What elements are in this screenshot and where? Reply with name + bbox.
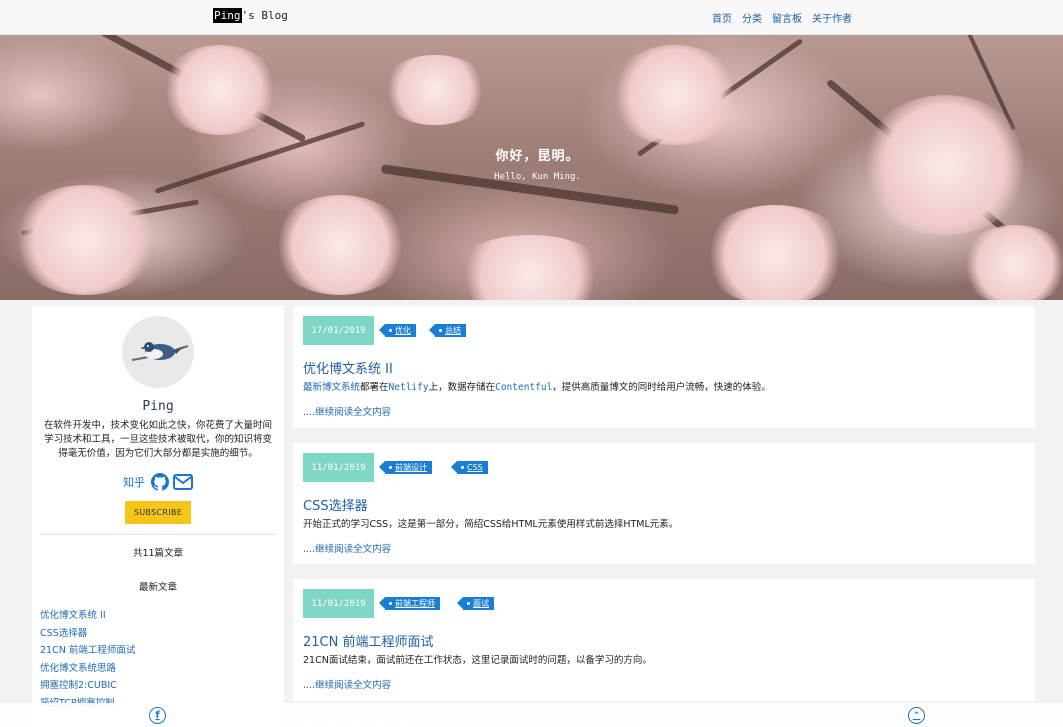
- post-card: 11/01/2019 前端工程师 面试 21CN 前端工程师面试 21CN面试结…: [293, 579, 1035, 701]
- zhihu-link[interactable]: 知乎: [123, 474, 145, 490]
- sidebar-divider: [40, 534, 276, 535]
- recent-posts-list: 优化博文系统 II CSS选择器 21CN 前端工程师面试 优化博文系统思路 拥…: [40, 603, 135, 709]
- post-tag[interactable]: 前端工程师: [379, 597, 440, 610]
- recent-post-link[interactable]: 优化博文系统思路: [40, 663, 116, 674]
- post-card: 17/01/2019 优化 总结 优化博文系统 II 最新博文系统都署在Netl…: [293, 306, 1035, 428]
- total-posts-count: 共11篇文章: [132, 548, 184, 559]
- hero-subtitle: Hello, Kun Ming.: [494, 172, 581, 182]
- post-tag-label: 前端工程师: [395, 599, 435, 608]
- list-item: 21CN 前端工程师面试: [40, 638, 135, 656]
- post-date: 17/01/2019: [303, 316, 374, 345]
- list-item: 优化博文系统 II: [40, 603, 135, 621]
- post-tag-label: 优化: [395, 326, 411, 335]
- list-item: 优化博文系统思路: [40, 656, 135, 674]
- excerpt-link[interactable]: 最新博文系统: [303, 382, 360, 393]
- recent-post-link[interactable]: CSS选择器: [40, 628, 87, 639]
- profile-sidebar: Ping 在软件开发中，技术变化如此之快，你花费了大量时间学习技术和工具，一旦这…: [32, 306, 284, 727]
- recent-post-link[interactable]: 拥塞控制2:CUBIC: [40, 680, 117, 691]
- top-navbar: Ping's Blog 首页 分类 留言板 关于作者: [0, 0, 1063, 35]
- nav-about-author[interactable]: 关于作者: [812, 10, 852, 25]
- github-icon[interactable]: [151, 473, 169, 491]
- excerpt-text: ，提供高质量博文的同时给用户流畅，快速的体验。: [552, 382, 771, 393]
- excerpt-text: 都署在: [360, 382, 389, 393]
- recent-post-link[interactable]: 21CN 前端工程师面试: [40, 645, 135, 656]
- post-excerpt: 最新博文系统都署在Netlify上，数据存储在Contentful，提供高质量博…: [303, 379, 771, 393]
- post-date: 11/01/2019: [303, 589, 374, 618]
- post-tag-label: 面试: [473, 599, 489, 608]
- post-title[interactable]: 21CN 前端工程师面试: [303, 631, 433, 650]
- subscribe-button[interactable]: SUBSCRIBE: [125, 501, 191, 524]
- excerpt-code: Netlify: [388, 382, 429, 393]
- read-more-link[interactable]: ....继续阅读全文内容: [303, 541, 391, 555]
- excerpt-code: Contentful: [495, 382, 553, 393]
- post-tag-label: CSS: [467, 463, 483, 472]
- post-title[interactable]: CSS选择器: [303, 495, 368, 514]
- post-tag-label: 前端设计: [395, 463, 427, 472]
- post-tag[interactable]: 面试: [457, 597, 494, 610]
- floating-action-bar: f ⌃: [0, 703, 1063, 727]
- hero-banner: 你好，昆明。 Hello, Kun Ming.: [0, 35, 1063, 300]
- main-nav: 首页 分类 留言板 关于作者: [712, 10, 852, 25]
- post-tag[interactable]: CSS: [451, 461, 488, 474]
- nav-guestbook[interactable]: 留言板: [772, 10, 802, 25]
- post-tag[interactable]: 总结: [429, 324, 466, 337]
- recent-posts-heading: 最新文章: [138, 582, 177, 593]
- post-tag[interactable]: 优化: [379, 324, 416, 337]
- nav-home[interactable]: 首页: [712, 10, 732, 25]
- author-name: Ping: [142, 399, 174, 414]
- post-title[interactable]: 优化博文系统 II: [303, 358, 393, 377]
- post-date: 11/01/2019: [303, 453, 374, 482]
- recent-post-link[interactable]: 优化博文系统 II: [40, 610, 106, 621]
- list-item: 拥塞控制2:CUBIC: [40, 673, 135, 691]
- excerpt-text: 上，数据存储在: [428, 382, 496, 393]
- read-more-link[interactable]: ....继续阅读全文内容: [303, 677, 391, 691]
- site-brand-link[interactable]: Ping's Blog: [213, 8, 288, 23]
- brand-highlight: Ping: [213, 8, 242, 23]
- post-excerpt: 开始正式的学习CSS，这是第一部分，简绍CSS给HTML元素使用样式前选择HTM…: [303, 519, 679, 530]
- hero-title: 你好，昆明。: [495, 149, 580, 164]
- email-icon[interactable]: [173, 474, 193, 490]
- brand-rest: 's Blog: [241, 9, 288, 22]
- nav-categories[interactable]: 分类: [742, 10, 762, 25]
- back-to-top-icon[interactable]: ⌃: [908, 707, 925, 724]
- avatar: [122, 316, 194, 388]
- read-more-link[interactable]: ....继续阅读全文内容: [303, 404, 391, 418]
- list-item: CSS选择器: [40, 621, 135, 639]
- social-links: 知乎: [32, 473, 284, 491]
- post-tag-label: 总结: [445, 326, 461, 335]
- facebook-icon[interactable]: f: [149, 707, 166, 724]
- post-card: 11/01/2019 前端设计 CSS CSS选择器 开始正式的学习CSS，这是…: [293, 443, 1035, 564]
- post-tag[interactable]: 前端设计: [379, 461, 432, 474]
- author-bio: 在软件开发中，技术变化如此之快，你花费了大量时间学习技术和工具，一旦这些技术被取…: [43, 420, 272, 459]
- post-excerpt: 21CN面试结束，面试前还在工作状态，这里记录面试时的问题，以备学习的方向。: [303, 655, 652, 666]
